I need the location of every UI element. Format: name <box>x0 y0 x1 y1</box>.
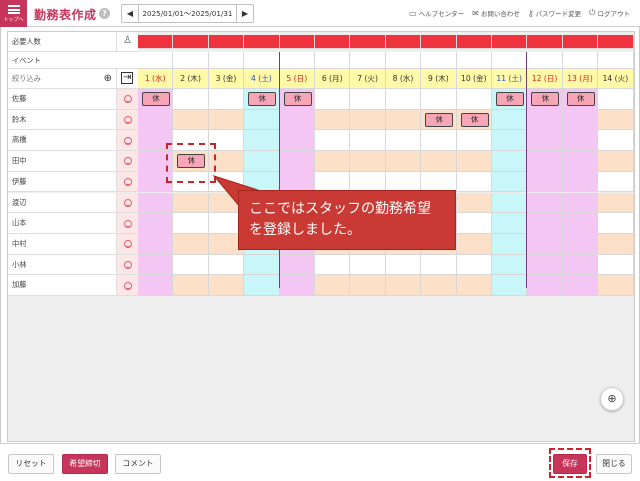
callout-box: ここではスタッフの勤務希望 を登録しました。 <box>238 190 456 250</box>
callout-line-1: ここではスタッフの勤務希望 <box>249 201 431 217</box>
zoom-button[interactable]: ⊕ <box>600 387 624 411</box>
highlight-save <box>549 448 591 478</box>
callout-line-2: を登録しました。 <box>249 222 361 238</box>
comment-button[interactable]: コメント <box>115 454 161 474</box>
deadline-button[interactable]: 希望締切 <box>62 454 108 474</box>
close-button[interactable]: 閉じる <box>596 454 632 474</box>
reset-button[interactable]: リセット <box>8 454 54 474</box>
footer-bar: リセット 希望締切 コメント 保存 閉じる <box>0 443 640 481</box>
zoom-in-icon: ⊕ <box>607 392 617 405</box>
